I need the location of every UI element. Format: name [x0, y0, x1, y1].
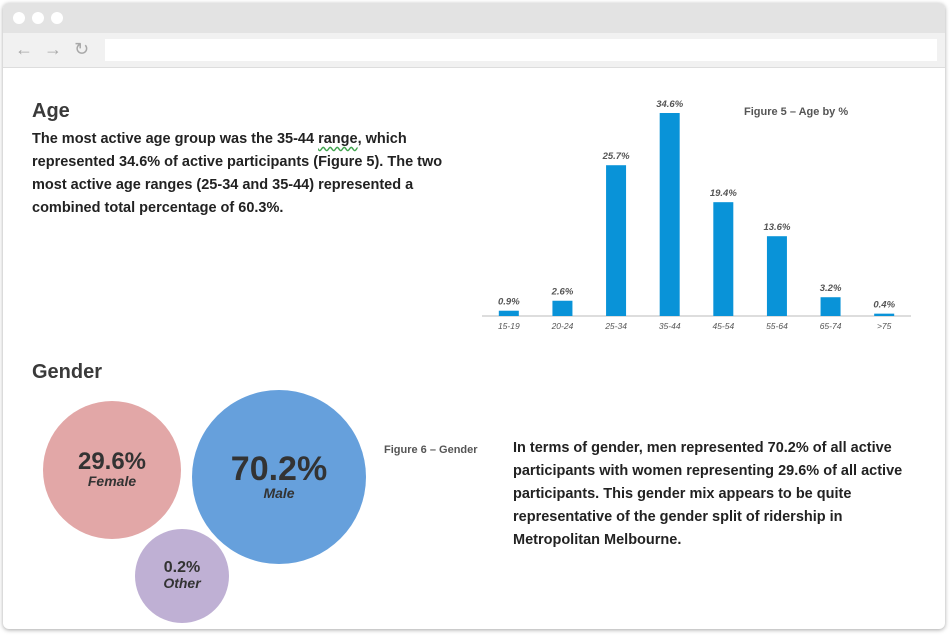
x-tick-label: 20-24: [551, 321, 574, 331]
female-label: Female: [87, 473, 137, 490]
x-tick-label: >75: [877, 321, 892, 331]
zoom-window-dot[interactable]: [51, 12, 63, 24]
address-bar[interactable]: [105, 39, 937, 61]
female-bubble: 29.6% Female: [43, 401, 181, 539]
page-content: Age The most active age group was the 35…: [3, 67, 945, 629]
bar-value-label: 13.6%: [763, 222, 790, 233]
x-tick-label: 35-44: [659, 321, 681, 331]
bar-value-label: 3.2%: [820, 283, 842, 294]
reload-icon[interactable]: ↻: [74, 39, 89, 59]
bar-value-label: 25.7%: [602, 151, 630, 162]
bar-15-19: [498, 310, 519, 316]
bar-value-label: 34.6%: [656, 99, 683, 110]
gender-heading: Gender: [32, 361, 103, 383]
x-tick-label: 55-64: [766, 321, 788, 331]
title-bar: [3, 3, 945, 33]
bar-value-label: 2.6%: [551, 287, 574, 298]
other-label: Other: [163, 575, 201, 592]
browser-toolbar: ← → ↻: [3, 33, 945, 68]
female-percent: 29.6%: [77, 448, 147, 476]
browser-window: ← → ↻ Age The most active age group was …: [3, 3, 945, 629]
close-window-dot[interactable]: [13, 12, 25, 24]
bar-55-64: [766, 236, 787, 316]
x-tick-label: 25-34: [604, 321, 627, 331]
male-percent: 70.2%: [230, 450, 328, 489]
figure-6-caption: Figure 6 – Gender: [384, 444, 478, 456]
x-tick-label: 65-74: [820, 321, 842, 331]
male-label: Male: [263, 485, 295, 502]
bar-value-label: 0.9%: [498, 297, 520, 308]
bar-value-label: 0.4%: [873, 300, 895, 311]
bar->75: [874, 313, 895, 316]
x-tick-label: 45-54: [712, 321, 734, 331]
bar-20-24: [552, 300, 573, 316]
minimize-window-dot[interactable]: [32, 12, 44, 24]
forward-arrow-icon[interactable]: →: [44, 39, 62, 59]
other-percent: 0.2%: [163, 559, 201, 577]
bar-45-54: [713, 202, 734, 316]
bar-35-44: [659, 113, 680, 316]
back-arrow-icon[interactable]: ←: [15, 39, 33, 59]
gender-paragraph: In terms of gender, men represented 70.2…: [513, 440, 903, 548]
age-bar-chart: 0.9% 15-19 2.6% 20-24 25.7% 25-34 34.6% 35-44 19…: [482, 99, 911, 331]
bar-65-74: [820, 297, 841, 316]
bar-value-label: 19.4%: [710, 188, 737, 199]
male-bubble: 70.2% Male: [192, 390, 366, 564]
other-bubble: 0.2% Other: [135, 529, 229, 623]
bar-25-34: [606, 165, 627, 316]
x-tick-label: 15-19: [498, 321, 520, 331]
